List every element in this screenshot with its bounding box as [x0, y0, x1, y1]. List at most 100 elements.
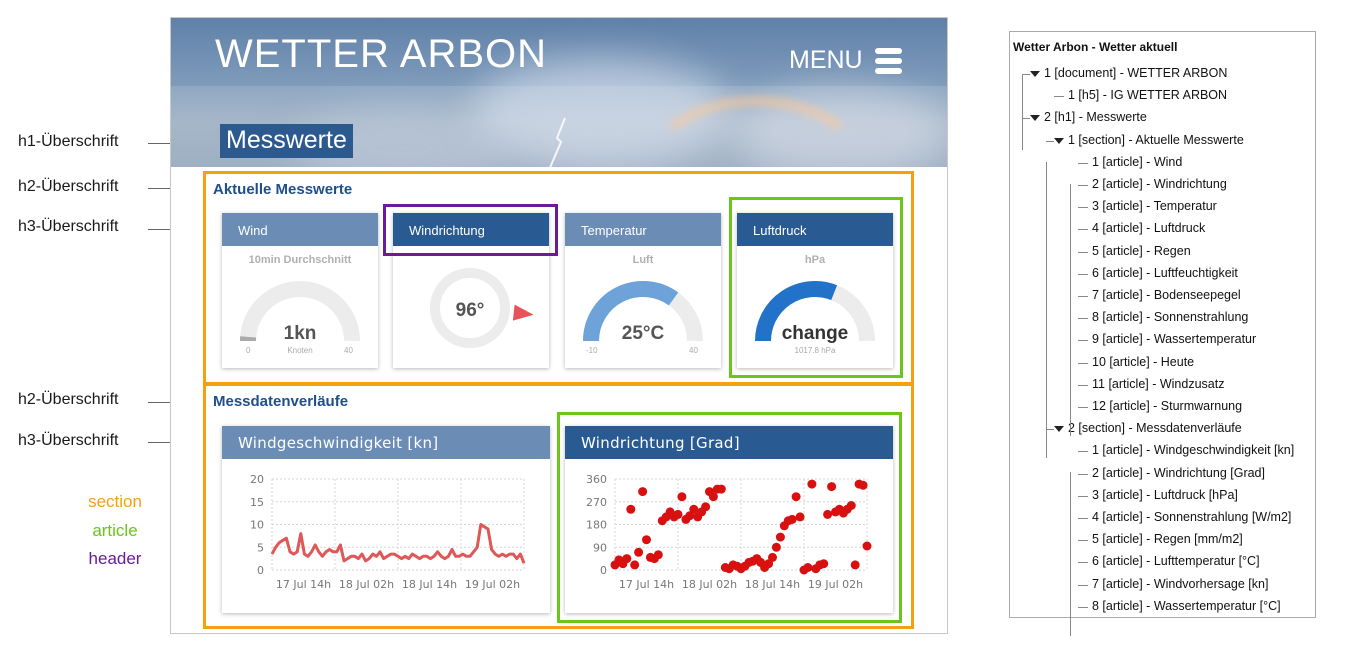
annotation-h2-history: h2-Überschrift [18, 391, 119, 408]
tree-connector [1078, 340, 1088, 342]
outline-item[interactable]: 4 [article] - Luftdruck [1092, 221, 1205, 235]
y-tick-label: 5 [257, 541, 264, 554]
y-tick-label: 15 [250, 496, 264, 509]
outline-item[interactable]: 3 [article] - Temperatur [1092, 199, 1217, 213]
site-title[interactable]: WETTER ARBON [215, 32, 547, 77]
gauge-max-temperature: 40 [689, 346, 698, 355]
x-tick-label: 19 Jul 02h [465, 578, 520, 591]
tree-connector [1078, 606, 1088, 608]
tree-connector [1070, 472, 1071, 636]
tree-connector [1022, 118, 1030, 120]
outline-item[interactable]: 1 [section] - Aktuelle Messwerte [1068, 133, 1244, 147]
tree-connector [1078, 185, 1088, 186]
document-outline-panel: Wetter Arbon - Wetter aktuell 1 [documen… [1009, 31, 1316, 636]
outline-item[interactable]: 1 [h5] - IG WETTER ARBON [1068, 88, 1227, 102]
annotation-h3-history: h3-Überschrift [18, 432, 119, 449]
expand-toggle-icon[interactable] [1030, 115, 1040, 122]
card-header-temperature: Temperatur [565, 213, 721, 246]
tree-connector [1022, 74, 1023, 150]
article-outline-wind-direction-chart [557, 412, 902, 623]
line-chart-wind-speed: 20 15 10 5 0 17 Jul 14h 18 Jul 02h 18 Jul 14h 19… [250, 473, 526, 591]
gauge-value-wind-direction: 96° [455, 300, 485, 321]
tree-connector [1078, 362, 1088, 364]
lightning-icon [549, 117, 566, 167]
header-outline-wind-direction [383, 204, 558, 256]
tree-connector [1046, 162, 1047, 458]
legend-header: header [88, 549, 142, 568]
tree-connector [1078, 318, 1088, 320]
y-tick-label: 20 [250, 473, 264, 486]
tree-connector [1078, 273, 1088, 275]
section-heading-history: Messdatenverläufe [213, 393, 349, 410]
tree-connector [1070, 184, 1071, 436]
expand-toggle-icon[interactable] [1030, 71, 1040, 77]
tree-connector [1078, 251, 1088, 253]
outline-item[interactable]: 5 [article] - Regen [mm/m2] [1092, 532, 1243, 546]
outline-item[interactable]: 1 [document] - WETTER ARBON [1044, 66, 1227, 80]
outline-item[interactable]: 4 [article] - Sonnenstrahlung [W/m2] [1092, 510, 1291, 524]
expand-toggle-icon[interactable] [1054, 426, 1064, 433]
gauge-min-wind: 0 [246, 346, 251, 355]
tree-connector [1046, 429, 1054, 431]
outline-item[interactable]: 1 [article] - Wind [1092, 155, 1182, 169]
annotation-h3-current: h3-Überschrift [18, 218, 119, 235]
outline-item[interactable]: 8 [article] - Wassertemperatur [°C] [1092, 599, 1281, 613]
outline-title: Wetter Arbon - Wetter aktuell [1013, 40, 1178, 54]
outline-item[interactable]: 7 [article] - Bodenseepegel [1092, 288, 1241, 302]
outline-item[interactable]: 5 [article] - Regen [1092, 244, 1191, 258]
gauge-card-wind: Wind 10min Durchschnitt 1kn Knoten 0 40 [222, 213, 378, 368]
tree-connector [1078, 162, 1088, 164]
outline-item[interactable]: 2 [article] - Windrichtung [1092, 177, 1227, 191]
annotation-h1: h1-Überschrift [18, 133, 119, 150]
tree-connector [1078, 473, 1088, 475]
gauge-value-temperature: 25°C [621, 323, 665, 344]
chart-header-wind-speed: Windgeschwindigkeit [kn] [222, 426, 550, 459]
site-banner: WETTER ARBON MENU Messwerte [171, 18, 947, 167]
section-heading-current: Aktuelle Messwerte [213, 181, 353, 198]
expand-toggle-icon[interactable] [1054, 137, 1064, 144]
outline-item[interactable]: 7 [article] - Windvorhersage [kn] [1092, 577, 1268, 591]
outline-item[interactable]: 2 [section] - Messdatenverläufe [1068, 421, 1242, 435]
tree-connector [1078, 229, 1088, 231]
tree-connector [1078, 584, 1088, 586]
tree-connector [1078, 407, 1088, 408]
tree-connector [1022, 74, 1030, 75]
tree-connector [1078, 451, 1088, 453]
tree-connector [1078, 495, 1088, 497]
article-outline-pressure [729, 197, 903, 378]
menu-button-label[interactable]: MENU [789, 46, 863, 75]
outline-item[interactable]: 10 [article] - Heute [1092, 355, 1194, 369]
hamburger-icon[interactable] [875, 48, 902, 74]
tree-connector [1054, 96, 1064, 98]
tree-connector [1078, 518, 1088, 519]
outline-item[interactable]: 1 [article] - Windgeschwindigkeit [kn] [1092, 443, 1294, 457]
outline-item[interactable]: 2 [h1] - Messwerte [1044, 110, 1147, 124]
outline-item[interactable]: 12 [article] - Sturmwarnung [1092, 399, 1242, 413]
gauge-max-wind: 40 [344, 346, 353, 355]
gauge-subtitle: Luft [632, 254, 654, 266]
page-heading: Messwerte [220, 124, 353, 158]
legend-section: section [88, 492, 142, 511]
outline-item[interactable]: 3 [article] - Luftdruck [hPa] [1092, 488, 1238, 502]
annotation-h2-current: h2-Überschrift [18, 178, 119, 195]
outline-item[interactable]: 11 [article] - Windzusatz [1092, 377, 1224, 391]
tree-connector [1078, 562, 1088, 564]
gauge-min-temperature: -10 [586, 346, 598, 355]
outline-item[interactable]: 9 [article] - Wassertemperatur [1092, 332, 1256, 346]
y-tick-label: 10 [250, 519, 264, 532]
tree-connector [1078, 207, 1088, 209]
chart-card-wind-speed: Windgeschwindigkeit [kn] 20 15 10 5 0 17 Jul … [222, 426, 550, 613]
outline-item[interactable]: 2 [article] - Windrichtung [Grad] [1092, 466, 1265, 480]
y-tick-label: 0 [257, 564, 264, 577]
figure-canvas: h1-Überschrift h2-Überschrift h3-Übersch… [0, 0, 1359, 652]
outline-item[interactable]: 6 [article] - Luftfeuchtigkeit [1092, 266, 1238, 280]
tree-connector [1078, 384, 1088, 386]
gauge-card-temperature: Temperatur Luft 25°C -10 40 [565, 213, 721, 368]
tree-connector [1078, 296, 1088, 297]
card-header-wind: Wind [222, 213, 378, 246]
legend-article: article [92, 521, 138, 540]
outline-item[interactable]: 8 [article] - Sonnenstrahlung [1092, 310, 1248, 324]
x-tick-label: 18 Jul 02h [339, 578, 394, 591]
x-tick-label: 17 Jul 14h [276, 578, 331, 591]
outline-item[interactable]: 6 [article] - Lufttemperatur [°C] [1092, 554, 1260, 568]
